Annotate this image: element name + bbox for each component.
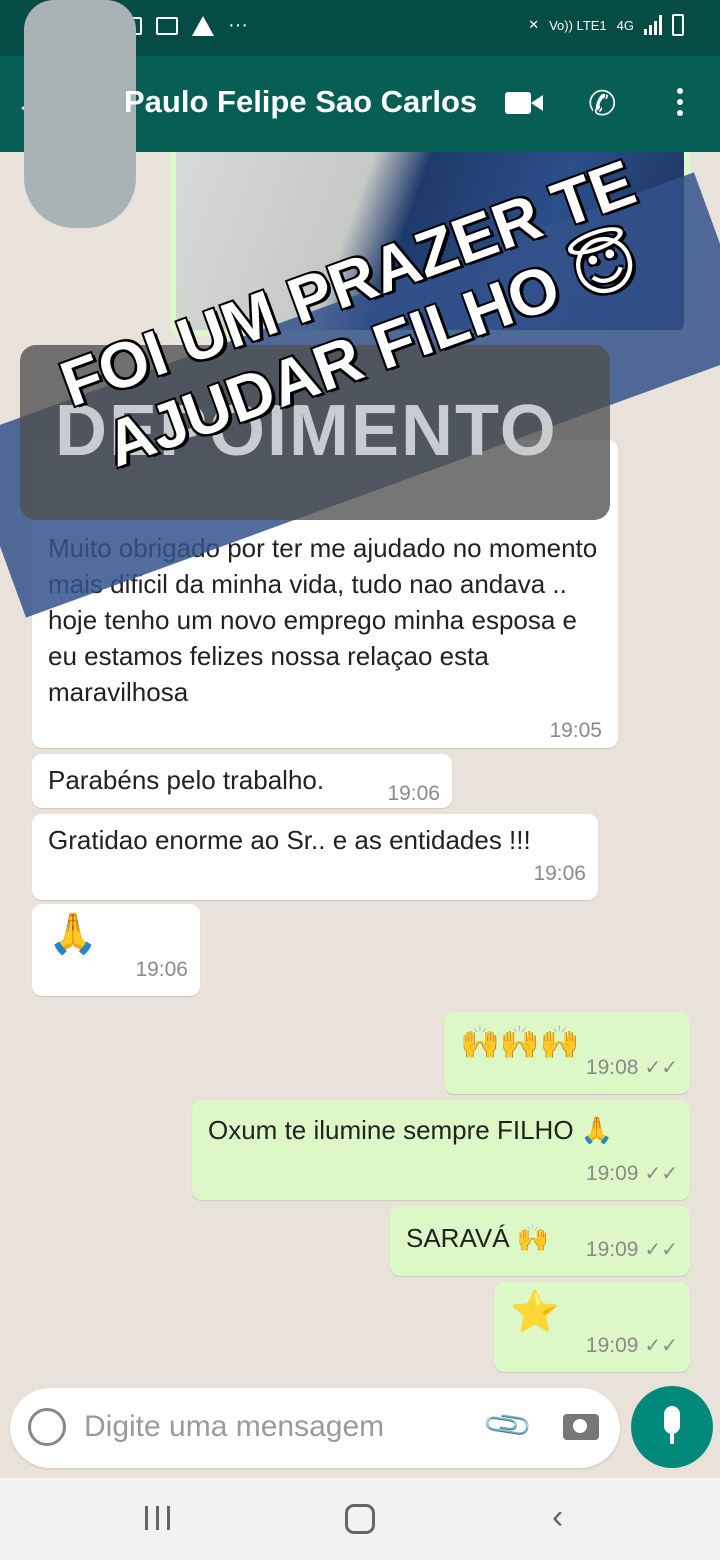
message-bubble[interactable]: SARAVÁ 🙌 19:09 ✓✓ (390, 1206, 690, 1276)
message-time: 19:06 (387, 782, 440, 805)
message-text: Parabéns pelo trabalho. (48, 765, 325, 795)
more-notifications-icon: ··· (228, 14, 248, 36)
signal-icon (644, 15, 662, 35)
more-options-icon[interactable] (677, 88, 683, 121)
voicemail-icon (156, 16, 178, 35)
emoji-icon[interactable] (28, 1408, 66, 1446)
recent-apps-icon[interactable] (145, 1506, 170, 1530)
message-time: 19:09 (585, 1162, 639, 1185)
system-nav-bar: ‹ (0, 1478, 720, 1560)
read-receipt-icon: ✓✓ (644, 1163, 678, 1185)
video-call-icon[interactable] (505, 92, 543, 114)
read-receipt-icon: ✓✓ (644, 1057, 678, 1079)
warning-icon (192, 15, 214, 36)
message-bubble[interactable]: 🙏 19:06 (32, 904, 200, 996)
message-text: Oxum te ilumine sempre FILHO 🙏 (208, 1115, 614, 1145)
back-icon[interactable]: ‹ (552, 1498, 563, 1537)
message-bubble[interactable]: 🙌🙌🙌 19:08 ✓✓ (444, 1012, 690, 1094)
contact-name[interactable]: Paulo Felipe Sao Carlos (124, 84, 477, 120)
phone-icon[interactable]: ✆ (588, 84, 617, 124)
message-time: 19:09 (585, 1238, 639, 1261)
network-label: 4G (616, 17, 634, 33)
message-input[interactable]: Digite uma mensagem (84, 1410, 384, 1444)
message-text: 🙌🙌🙌 (460, 1024, 580, 1060)
carrier-label: Vo)) LTE1 (549, 17, 607, 33)
message-time: 19:08 (585, 1056, 639, 1079)
attach-icon[interactable]: 📎 (480, 1398, 535, 1453)
mic-button[interactable] (631, 1386, 713, 1468)
battery-icon (672, 14, 684, 36)
mute-icon: ✕ (528, 17, 540, 32)
message-text: ⭐ (510, 1290, 560, 1334)
message-text: 🙏 (48, 912, 98, 956)
message-text: Gratidao enorme ao Sr.. e as entidades !… (48, 825, 531, 855)
message-composer[interactable]: Digite uma mensagem 📎 (10, 1388, 620, 1468)
read-receipt-icon: ✓✓ (644, 1335, 678, 1357)
message-bubble[interactable]: Gratidao enorme ao Sr.. e as entidades !… (32, 814, 598, 900)
message-time: 19:05 (549, 719, 602, 742)
message-text: SARAVÁ 🙌 (406, 1223, 550, 1253)
home-icon[interactable] (345, 1504, 375, 1534)
message-time: 19:09 (585, 1334, 639, 1357)
message-bubble[interactable]: Oxum te ilumine sempre FILHO 🙏 19:09 ✓✓ (192, 1100, 690, 1200)
message-time: 19:06 (135, 958, 188, 981)
message-time: 19:06 (533, 862, 586, 885)
chat-header: ← Paulo Felipe Sao Carlos ✆ (0, 0, 720, 228)
camera-icon[interactable] (563, 1414, 599, 1440)
mic-icon (664, 1406, 680, 1444)
read-receipt-icon: ✓✓ (644, 1239, 678, 1261)
message-bubble[interactable]: Parabéns pelo trabalho. 19:06 (32, 754, 452, 808)
message-bubble[interactable]: ⭐ 19:09 ✓✓ (494, 1282, 690, 1372)
